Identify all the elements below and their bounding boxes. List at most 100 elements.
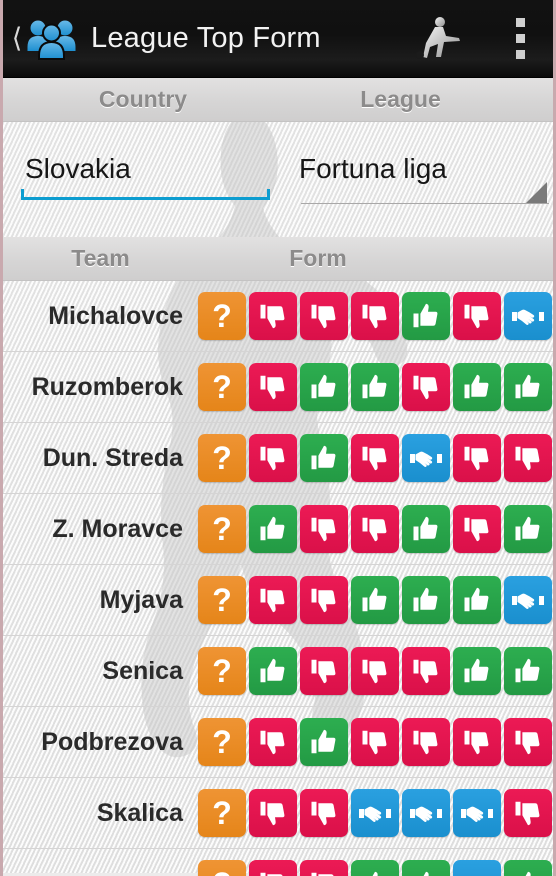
thumbs-down-icon <box>249 860 297 876</box>
thumbs-up-icon <box>453 576 501 624</box>
dropdown-triangle-icon[interactable] <box>526 182 547 203</box>
thumbs-down-icon <box>453 505 501 553</box>
thumbs-down-icon <box>504 434 552 482</box>
thumbs-up-icon <box>300 363 348 411</box>
thumbs-down-icon <box>351 292 399 340</box>
team-name: Myjava <box>99 585 183 614</box>
table-row[interactable]: Senica? <box>3 636 553 707</box>
thumbs-down-icon <box>351 647 399 695</box>
country-column-header: Country <box>3 86 283 113</box>
league-spinner-value: Fortuna liga <box>299 153 447 184</box>
thumbs-up-icon <box>300 434 348 482</box>
overflow-menu-icon[interactable] <box>499 13 541 65</box>
table-row[interactable]: Myjava? <box>3 565 553 636</box>
selector-row: Slovakia Fortuna liga <box>3 122 553 237</box>
country-spinner-value: Slovakia <box>25 153 131 184</box>
form-header-label: Form <box>289 245 347 271</box>
soccer-player-icon[interactable] <box>415 14 471 64</box>
thumbs-up-icon <box>402 860 450 876</box>
team-name: Ruzomberok <box>31 372 183 401</box>
thumbs-up-icon <box>453 647 501 695</box>
question-icon: ? <box>198 363 246 411</box>
thumbs-down-icon <box>249 363 297 411</box>
league-spinner[interactable]: Fortuna liga <box>283 122 553 237</box>
table-row[interactable]: Skalica? <box>3 778 553 849</box>
question-icon: ? <box>198 292 246 340</box>
team-name: Dun. Streda <box>42 443 183 472</box>
team-name: Senica <box>102 656 183 685</box>
thumbs-up-icon <box>249 647 297 695</box>
thumbs-up-icon <box>453 363 501 411</box>
table-row[interactable]: Dun. Streda? <box>3 423 553 494</box>
thumbs-down-icon <box>300 292 348 340</box>
thumbs-up-icon <box>402 505 450 553</box>
thumbs-down-icon <box>249 718 297 766</box>
app-root: ⟨ League Top Form Country League Slovaki… <box>0 0 556 876</box>
thumbs-down-icon <box>351 434 399 482</box>
table-header-band: Team Form <box>3 237 553 281</box>
thumbs-down-icon <box>504 718 552 766</box>
team-name: Skalica <box>96 798 183 827</box>
question-icon: ? <box>198 789 246 837</box>
thumbs-down-icon <box>351 505 399 553</box>
app-title: League Top Form <box>91 22 321 54</box>
thumbs-up-icon <box>402 292 450 340</box>
team-column-header: Team <box>3 245 198 272</box>
question-icon: ? <box>198 434 246 482</box>
thumbs-up-icon <box>300 718 348 766</box>
table-row[interactable]: Z. Moravce? <box>3 494 553 565</box>
thumbs-down-icon <box>249 789 297 837</box>
table-row[interactable]: Podbrezova? <box>3 707 553 778</box>
thumbs-down-icon <box>402 647 450 695</box>
thumbs-down-icon <box>453 434 501 482</box>
thumbs-up-icon <box>351 363 399 411</box>
form-sequence: ? <box>198 292 552 340</box>
form-sequence: ? <box>198 505 552 553</box>
thumbs-down-icon <box>402 363 450 411</box>
content-area: Country League Slovakia Fortuna liga Tea… <box>3 78 553 876</box>
thumbs-down-icon <box>300 789 348 837</box>
thumbs-down-icon <box>504 789 552 837</box>
question-icon: ? <box>198 718 246 766</box>
thumbs-down-icon <box>249 292 297 340</box>
thumbs-up-icon <box>504 860 552 876</box>
thumbs-up-icon <box>351 576 399 624</box>
team-name: Z. Moravce <box>52 514 183 543</box>
back-chevron-icon[interactable]: ⟨ <box>7 25 27 52</box>
table-row[interactable]: Ruzomberok? <box>3 352 553 423</box>
thumbs-down-icon <box>300 647 348 695</box>
thumbs-down-icon <box>300 505 348 553</box>
table-row[interactable]: Michalovce? <box>3 281 553 352</box>
overflow-dot <box>515 34 525 43</box>
team-header-label: Team <box>71 245 130 271</box>
handshake-icon <box>504 576 552 624</box>
team-name: Podbrezova <box>41 727 183 756</box>
handshake-icon <box>453 860 501 876</box>
handshake-icon <box>453 789 501 837</box>
thumbs-down-icon <box>249 434 297 482</box>
question-icon: ? <box>198 860 246 876</box>
country-spinner[interactable]: Slovakia <box>3 122 283 237</box>
people-group-icon[interactable] <box>26 17 78 61</box>
thumbs-down-icon <box>300 860 348 876</box>
thumbs-down-icon <box>351 718 399 766</box>
team-name: Michalovce <box>48 301 183 330</box>
league-header-label: League <box>360 86 441 112</box>
thumbs-up-icon <box>249 505 297 553</box>
handshake-icon <box>351 789 399 837</box>
league-spinner-underline <box>301 203 549 204</box>
table-row[interactable]: ? <box>3 849 553 876</box>
thumbs-up-icon <box>504 647 552 695</box>
team-form-list[interactable]: Michalovce? Ruzomberok? Dun. Streda? Z. Mor… <box>3 281 553 876</box>
form-column-header: Form <box>198 245 553 272</box>
thumbs-up-icon <box>402 576 450 624</box>
thumbs-down-icon <box>453 292 501 340</box>
thumbs-down-icon <box>402 718 450 766</box>
handshake-icon <box>402 434 450 482</box>
overflow-dot <box>515 50 525 59</box>
question-icon: ? <box>198 576 246 624</box>
form-sequence: ? <box>198 718 552 766</box>
handshake-icon <box>504 292 552 340</box>
thumbs-down-icon <box>300 576 348 624</box>
thumbs-down-icon <box>453 718 501 766</box>
